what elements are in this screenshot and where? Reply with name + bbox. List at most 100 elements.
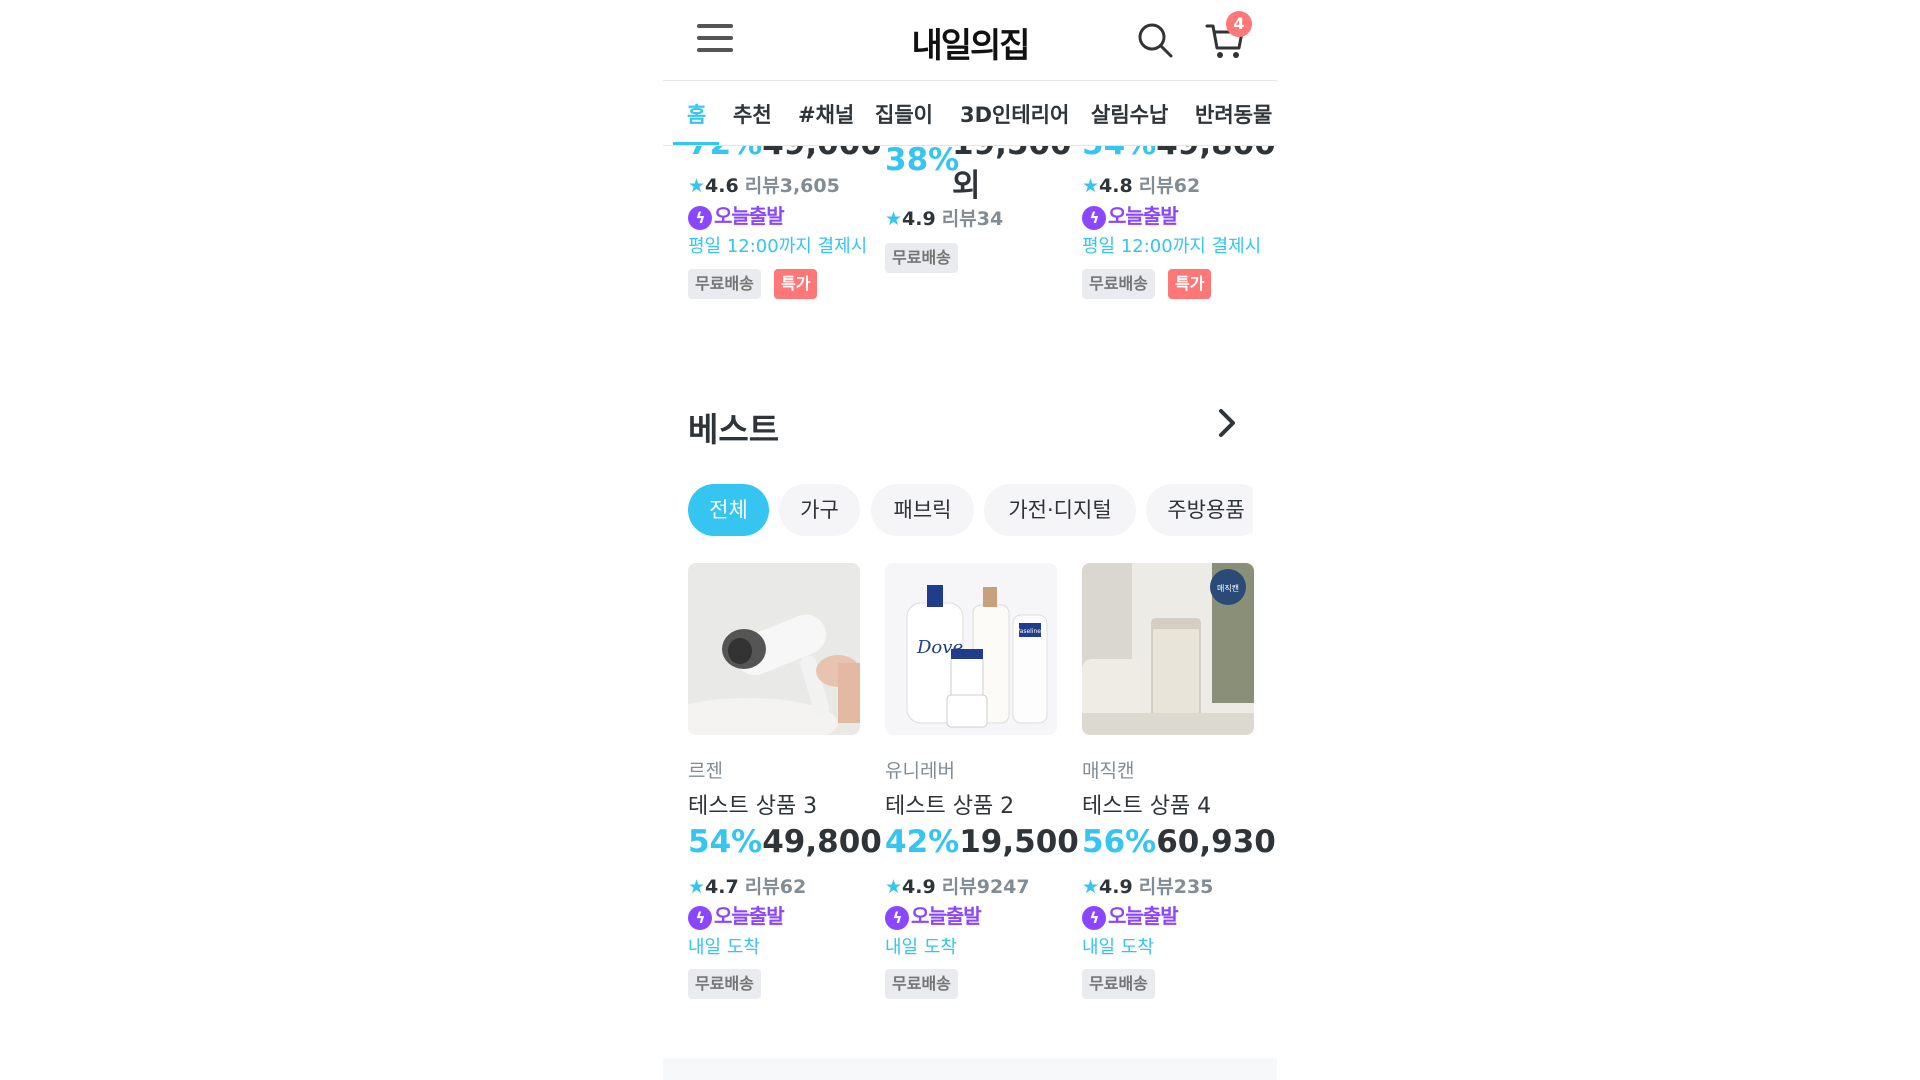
- section-divider: [663, 1058, 1277, 1080]
- rating-row: ★4.6 리뷰3,605: [688, 171, 840, 198]
- tab-3d-interior[interactable]: 3D인테리어: [960, 99, 1069, 129]
- rating-value: 4.7: [705, 876, 739, 898]
- review-count: 34: [976, 208, 1004, 230]
- price-suffix-text: 외: [952, 168, 981, 204]
- chip-kitchen[interactable]: 주방용품: [1146, 484, 1253, 536]
- tab-pets[interactable]: 반려동물: [1195, 99, 1272, 129]
- star-icon: ★: [688, 876, 706, 898]
- rating-row: ★4.8 리뷰62: [1082, 171, 1200, 198]
- today-label: 오늘출발: [714, 904, 785, 928]
- lightning-icon: ϟ: [688, 905, 712, 930]
- star-icon: ★: [1082, 175, 1100, 197]
- cart-count-badge: 4: [1226, 11, 1252, 37]
- review-label: 리뷰: [744, 175, 780, 197]
- lightning-icon: ϟ: [1082, 905, 1106, 930]
- product-image-hair-dryer[interactable]: [688, 563, 860, 735]
- rating-row: ★4.7 리뷰62: [688, 872, 806, 899]
- discount-rate: 38%: [885, 142, 960, 178]
- price-row: 56%60,930: [1082, 824, 1276, 860]
- today-departure: ϟ 오늘출발: [688, 900, 785, 930]
- chip-appliance-digital[interactable]: 가전·디지털: [984, 484, 1136, 536]
- special-badge: 특가: [1168, 269, 1212, 299]
- star-icon: ★: [885, 876, 903, 898]
- chip-all[interactable]: 전체: [688, 484, 769, 536]
- free-shipping-badge: 무료배송: [688, 269, 761, 299]
- tab-home[interactable]: 홈: [687, 99, 706, 129]
- today-departure: ϟ 오늘출발: [1082, 900, 1179, 930]
- delivery-note: 내일 도착: [1082, 937, 1154, 958]
- review-label: 리뷰: [744, 876, 780, 898]
- star-icon: ★: [885, 208, 903, 230]
- free-shipping-badge: 무료배송: [1082, 969, 1155, 999]
- discount-rate: 56%: [1082, 824, 1157, 860]
- rating-value: 4.6: [705, 175, 739, 197]
- rating-value: 4.9: [1099, 876, 1133, 898]
- chip-furniture[interactable]: 가구: [779, 484, 860, 536]
- price: 60,930: [1156, 824, 1276, 860]
- price-row: 54%49,800: [688, 824, 882, 860]
- lightning-icon: ϟ: [688, 205, 712, 230]
- vaseline-logo-text: Vaseline: [1016, 628, 1041, 635]
- price-row: 42%19,500: [885, 824, 1079, 860]
- magiccan-seal-text: 매직캔: [1217, 583, 1239, 593]
- price: 19,500: [959, 824, 1079, 860]
- product-brand: 르젠: [688, 760, 723, 782]
- active-tab-indicator: [673, 142, 719, 145]
- star-icon: ★: [1082, 876, 1100, 898]
- app-screen: 내일의집 4 홈 추천 #채널 집들이 3D인테리어 살림수납 반려동물 72%…: [663, 0, 1277, 1080]
- review-count: 3,605: [779, 175, 840, 197]
- best-product-card[interactable]: 매직캔 테스트 상품 4 56%60,930 ★4.9 리뷰235 ϟ 오늘출발 …: [1082, 740, 1276, 1010]
- top-header: 내일의집 4: [663, 0, 1277, 81]
- product-image-magiccan[interactable]: 매직캔: [1082, 563, 1254, 735]
- today-label: 오늘출발: [1108, 904, 1179, 928]
- rating-value: 4.8: [1099, 175, 1133, 197]
- review-label: 리뷰: [941, 208, 977, 230]
- delivery-note: 내일 도착: [885, 937, 957, 958]
- today-departure: ϟ 오늘출발: [885, 900, 982, 930]
- best-product-card[interactable]: 유니레버 테스트 상품 2 42%19,500 ★4.9 리뷰9247 ϟ 오늘출…: [885, 740, 1079, 1010]
- free-shipping-badge: 무료배송: [885, 969, 958, 999]
- product-image-dove-set[interactable]: Dove Vaseline: [885, 563, 1057, 735]
- free-shipping-badge: 무료배송: [1082, 269, 1155, 299]
- price: 49,800: [762, 824, 882, 860]
- search-icon[interactable]: [1137, 22, 1173, 58]
- lightning-icon: ϟ: [885, 905, 909, 930]
- product-name: 테스트 상품 3: [688, 794, 818, 819]
- today-label: 오늘출발: [714, 204, 785, 228]
- best-section-title: 베스트: [688, 410, 780, 449]
- best-product-card[interactable]: 르젠 테스트 상품 3 54%49,800 ★4.7 리뷰62 ϟ 오늘출발 내일…: [688, 740, 882, 1010]
- category-nav: 홈 추천 #채널 집들이 3D인테리어 살림수납 반려동물: [663, 81, 1277, 146]
- price-row: 38%: [885, 142, 959, 178]
- today-label: 오늘출발: [911, 904, 982, 928]
- tab-storage[interactable]: 살림수납: [1091, 99, 1168, 129]
- trash-can-illustration: 매직캔: [1082, 563, 1254, 735]
- review-count: 9247: [976, 876, 1030, 898]
- tab-recommend[interactable]: 추천: [733, 99, 772, 129]
- delivery-note: 평일 12:00까지 결제시: [1082, 236, 1262, 257]
- tab-channel[interactable]: #채널: [798, 99, 854, 129]
- free-shipping-badge: 무료배송: [885, 243, 958, 273]
- special-badge: 특가: [774, 269, 818, 299]
- discount-rate: 54%: [688, 824, 763, 860]
- chevron-right-icon[interactable]: [1215, 405, 1239, 441]
- lightning-icon: ϟ: [1082, 205, 1106, 230]
- review-label: 리뷰: [1138, 175, 1174, 197]
- app-logo[interactable]: 내일의집: [663, 18, 1277, 67]
- rating-row: ★4.9 리뷰235: [1082, 872, 1213, 899]
- discount-rate: 42%: [885, 824, 960, 860]
- dove-bottles-illustration: Dove Vaseline: [885, 563, 1057, 735]
- rating-value: 4.9: [902, 208, 936, 230]
- rating-row: ★4.9 리뷰9247: [885, 872, 1030, 899]
- product-name: 테스트 상품 2: [885, 794, 1015, 819]
- best-category-chips: 전체 가구 패브릭 가전·디지털 주방용품: [663, 484, 1253, 536]
- tab-housewarming[interactable]: 집들이: [875, 99, 933, 129]
- chip-fabric[interactable]: 패브릭: [871, 484, 974, 536]
- free-shipping-badge: 무료배송: [688, 969, 761, 999]
- review-count: 62: [1173, 175, 1201, 197]
- delivery-note: 내일 도착: [688, 937, 760, 958]
- review-count: 235: [1173, 876, 1214, 898]
- review-label: 리뷰: [1138, 876, 1174, 898]
- star-icon: ★: [688, 175, 706, 197]
- product-name: 테스트 상품 4: [1082, 794, 1212, 819]
- rating-value: 4.9: [902, 876, 936, 898]
